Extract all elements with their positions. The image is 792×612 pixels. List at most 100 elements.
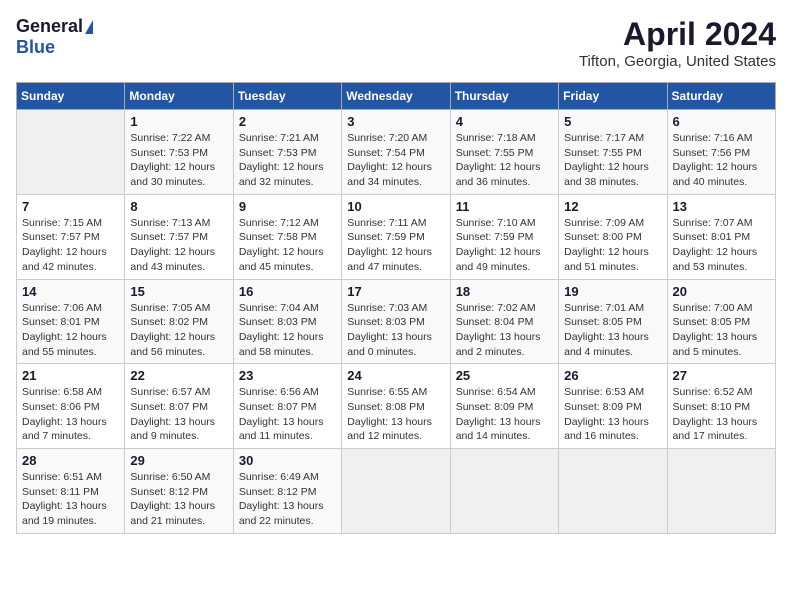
day-detail: Sunrise: 7:12 AM Sunset: 7:58 PM Dayligh… [239, 216, 336, 275]
calendar-cell: 15 Sunrise: 7:05 AM Sunset: 8:02 PM Dayli… [125, 279, 233, 364]
day-number: 7 [22, 199, 119, 214]
calendar-cell [342, 449, 450, 534]
calendar-cell: 6 Sunrise: 7:16 AM Sunset: 7:56 PM Daylig… [667, 110, 775, 195]
calendar-cell: 25 Sunrise: 6:54 AM Sunset: 8:09 PM Dayli… [450, 364, 558, 449]
calendar-cell: 28 Sunrise: 6:51 AM Sunset: 8:11 PM Dayli… [17, 449, 125, 534]
calendar-cell: 5 Sunrise: 7:17 AM Sunset: 7:55 PM Daylig… [559, 110, 667, 195]
header-friday: Friday [559, 83, 667, 110]
day-detail: Sunrise: 7:22 AM Sunset: 7:53 PM Dayligh… [130, 131, 227, 190]
day-detail: Sunrise: 7:10 AM Sunset: 7:59 PM Dayligh… [456, 216, 553, 275]
day-number: 12 [564, 199, 661, 214]
day-number: 24 [347, 368, 444, 383]
calendar-cell: 14 Sunrise: 7:06 AM Sunset: 8:01 PM Dayli… [17, 279, 125, 364]
calendar-cell [559, 449, 667, 534]
calendar-cell: 29 Sunrise: 6:50 AM Sunset: 8:12 PM Dayli… [125, 449, 233, 534]
calendar-cell: 19 Sunrise: 7:01 AM Sunset: 8:05 PM Dayli… [559, 279, 667, 364]
calendar-week-row: 28 Sunrise: 6:51 AM Sunset: 8:11 PM Dayli… [17, 449, 776, 534]
title-block: April 2024 Tifton, Georgia, United State… [579, 16, 776, 70]
day-number: 17 [347, 284, 444, 299]
day-number: 8 [130, 199, 227, 214]
day-number: 27 [673, 368, 770, 383]
calendar-cell: 30 Sunrise: 6:49 AM Sunset: 8:12 PM Dayli… [233, 449, 341, 534]
calendar-week-row: 1Sunrise: 7:22 AM Sunset: 7:53 PM Daylig… [17, 110, 776, 195]
day-number: 6 [673, 114, 770, 129]
calendar-week-row: 7 Sunrise: 7:15 AM Sunset: 7:57 PM Daylig… [17, 194, 776, 279]
calendar-header-row: SundayMondayTuesdayWednesdayThursdayFrid… [17, 83, 776, 110]
calendar-week-row: 14 Sunrise: 7:06 AM Sunset: 8:01 PM Dayli… [17, 279, 776, 364]
day-detail: Sunrise: 7:20 AM Sunset: 7:54 PM Dayligh… [347, 131, 444, 190]
day-detail: Sunrise: 6:53 AM Sunset: 8:09 PM Dayligh… [564, 385, 661, 444]
day-detail: Sunrise: 7:16 AM Sunset: 7:56 PM Dayligh… [673, 131, 770, 190]
calendar-cell [17, 110, 125, 195]
day-detail: Sunrise: 7:09 AM Sunset: 8:00 PM Dayligh… [564, 216, 661, 275]
day-detail: Sunrise: 7:05 AM Sunset: 8:02 PM Dayligh… [130, 301, 227, 360]
day-number: 19 [564, 284, 661, 299]
day-number: 13 [673, 199, 770, 214]
day-number: 28 [22, 453, 119, 468]
day-detail: Sunrise: 6:54 AM Sunset: 8:09 PM Dayligh… [456, 385, 553, 444]
day-number: 25 [456, 368, 553, 383]
calendar-cell: 2Sunrise: 7:21 AM Sunset: 7:53 PM Daylig… [233, 110, 341, 195]
day-detail: Sunrise: 7:17 AM Sunset: 7:55 PM Dayligh… [564, 131, 661, 190]
calendar-cell: 24 Sunrise: 6:55 AM Sunset: 8:08 PM Dayli… [342, 364, 450, 449]
day-number: 29 [130, 453, 227, 468]
calendar-cell: 20 Sunrise: 7:00 AM Sunset: 8:05 PM Dayli… [667, 279, 775, 364]
calendar-cell: 13 Sunrise: 7:07 AM Sunset: 8:01 PM Dayli… [667, 194, 775, 279]
day-detail: Sunrise: 7:18 AM Sunset: 7:55 PM Dayligh… [456, 131, 553, 190]
day-number: 11 [456, 199, 553, 214]
day-detail: Sunrise: 7:03 AM Sunset: 8:03 PM Dayligh… [347, 301, 444, 360]
calendar-cell: 18 Sunrise: 7:02 AM Sunset: 8:04 PM Dayli… [450, 279, 558, 364]
day-detail: Sunrise: 7:02 AM Sunset: 8:04 PM Dayligh… [456, 301, 553, 360]
day-number: 3 [347, 114, 444, 129]
day-number: 18 [456, 284, 553, 299]
calendar-cell: 8 Sunrise: 7:13 AM Sunset: 7:57 PM Daylig… [125, 194, 233, 279]
calendar-cell: 3 Sunrise: 7:20 AM Sunset: 7:54 PM Daylig… [342, 110, 450, 195]
day-number: 4 [456, 114, 553, 129]
day-detail: Sunrise: 7:01 AM Sunset: 8:05 PM Dayligh… [564, 301, 661, 360]
day-detail: Sunrise: 6:49 AM Sunset: 8:12 PM Dayligh… [239, 470, 336, 529]
day-detail: Sunrise: 7:06 AM Sunset: 8:01 PM Dayligh… [22, 301, 119, 360]
day-number: 22 [130, 368, 227, 383]
day-detail: Sunrise: 6:50 AM Sunset: 8:12 PM Dayligh… [130, 470, 227, 529]
calendar-week-row: 21 Sunrise: 6:58 AM Sunset: 8:06 PM Dayli… [17, 364, 776, 449]
calendar-cell: 11 Sunrise: 7:10 AM Sunset: 7:59 PM Dayli… [450, 194, 558, 279]
calendar-cell: 23Sunrise: 6:56 AM Sunset: 8:07 PM Dayli… [233, 364, 341, 449]
calendar-cell: 16Sunrise: 7:04 AM Sunset: 8:03 PM Dayli… [233, 279, 341, 364]
calendar-cell: 26Sunrise: 6:53 AM Sunset: 8:09 PM Dayli… [559, 364, 667, 449]
calendar-cell [667, 449, 775, 534]
calendar-cell: 27Sunrise: 6:52 AM Sunset: 8:10 PM Dayli… [667, 364, 775, 449]
day-detail: Sunrise: 7:07 AM Sunset: 8:01 PM Dayligh… [673, 216, 770, 275]
logo: General Blue [16, 16, 93, 58]
logo-general: General [16, 16, 83, 37]
day-number: 2 [239, 114, 336, 129]
day-number: 16 [239, 284, 336, 299]
day-number: 9 [239, 199, 336, 214]
day-number: 10 [347, 199, 444, 214]
header-wednesday: Wednesday [342, 83, 450, 110]
day-number: 23 [239, 368, 336, 383]
calendar-location: Tifton, Georgia, United States [579, 53, 776, 70]
header-saturday: Saturday [667, 83, 775, 110]
calendar-cell: 22 Sunrise: 6:57 AM Sunset: 8:07 PM Dayli… [125, 364, 233, 449]
calendar-cell: 4 Sunrise: 7:18 AM Sunset: 7:55 PM Daylig… [450, 110, 558, 195]
day-detail: Sunrise: 6:57 AM Sunset: 8:07 PM Dayligh… [130, 385, 227, 444]
day-detail: Sunrise: 6:55 AM Sunset: 8:08 PM Dayligh… [347, 385, 444, 444]
day-number: 15 [130, 284, 227, 299]
day-number: 14 [22, 284, 119, 299]
day-number: 30 [239, 453, 336, 468]
calendar-cell [450, 449, 558, 534]
day-detail: Sunrise: 7:15 AM Sunset: 7:57 PM Dayligh… [22, 216, 119, 275]
day-number: 20 [673, 284, 770, 299]
day-detail: Sunrise: 6:58 AM Sunset: 8:06 PM Dayligh… [22, 385, 119, 444]
header-sunday: Sunday [17, 83, 125, 110]
day-number: 5 [564, 114, 661, 129]
day-detail: Sunrise: 6:51 AM Sunset: 8:11 PM Dayligh… [22, 470, 119, 529]
day-detail: Sunrise: 7:11 AM Sunset: 7:59 PM Dayligh… [347, 216, 444, 275]
calendar-cell: 7 Sunrise: 7:15 AM Sunset: 7:57 PM Daylig… [17, 194, 125, 279]
day-detail: Sunrise: 7:13 AM Sunset: 7:57 PM Dayligh… [130, 216, 227, 275]
calendar-cell: 21 Sunrise: 6:58 AM Sunset: 8:06 PM Dayli… [17, 364, 125, 449]
page-header: General Blue April 2024 Tifton, Georgia,… [16, 16, 776, 70]
logo-blue: Blue [16, 37, 55, 58]
day-number: 21 [22, 368, 119, 383]
day-detail: Sunrise: 7:00 AM Sunset: 8:05 PM Dayligh… [673, 301, 770, 360]
